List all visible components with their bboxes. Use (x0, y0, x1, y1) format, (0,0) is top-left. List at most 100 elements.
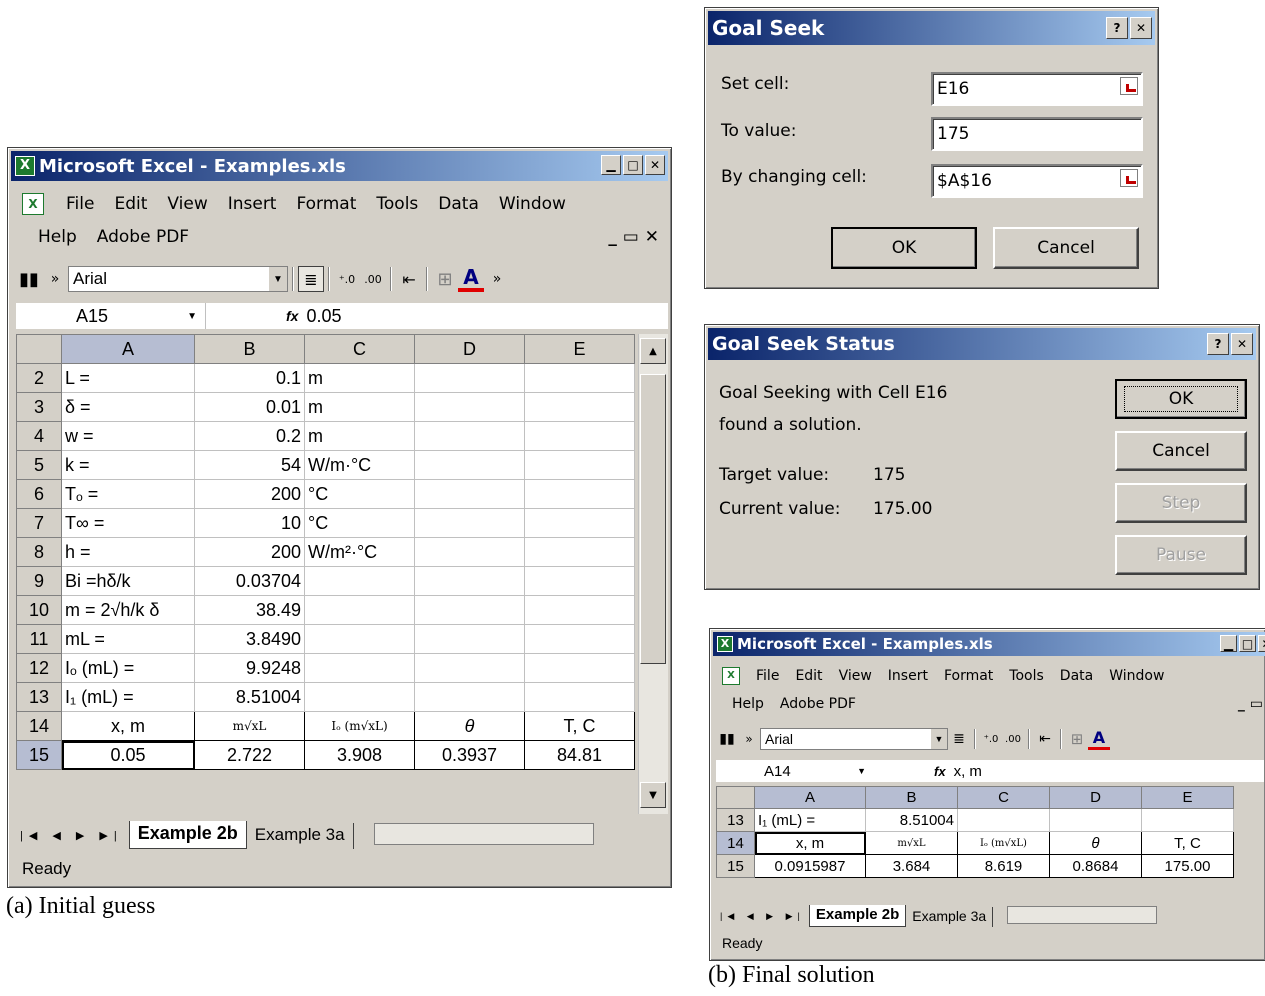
cell-c4[interactable]: m (304, 421, 415, 451)
tab-example-3a[interactable]: Example 3a (247, 823, 354, 849)
cell-b8[interactable]: 200 (194, 537, 305, 567)
formula-input[interactable]: 0.05 (306, 306, 341, 327)
cell-e9[interactable] (524, 566, 635, 596)
decrease-decimal-icon[interactable]: .00 (1002, 726, 1024, 752)
cell-b13[interactable]: 8.51004 (194, 682, 305, 712)
row-header[interactable]: 13 (16, 682, 62, 712)
cell-c15[interactable]: 3.908 (304, 740, 415, 770)
set-cell-input[interactable]: E16 (931, 72, 1143, 106)
increase-decimal-icon[interactable]: ⁺.0 (334, 266, 360, 292)
help-button[interactable]: ? (1207, 333, 1229, 355)
cell-d2[interactable] (414, 363, 525, 393)
column-header-c[interactable]: C (304, 334, 415, 364)
column-header-b[interactable]: B (865, 786, 958, 809)
select-all-corner[interactable] (716, 786, 755, 809)
cell-c5[interactable]: W/m·°C (304, 450, 415, 480)
cell-a6[interactable]: Tₒ = (61, 479, 195, 509)
cell-a13[interactable]: I₁ (mL) = (754, 808, 866, 832)
menu-window[interactable]: Window (1101, 668, 1172, 684)
menu-help[interactable]: Help (28, 227, 87, 247)
cell-d14[interactable]: θ (1049, 831, 1142, 855)
row-header[interactable]: 9 (16, 566, 62, 596)
cell-a15[interactable]: 0.05 (61, 740, 195, 770)
tab-example-2b[interactable]: Example 2b (128, 821, 247, 849)
cell-e14[interactable]: T, C (1141, 831, 1234, 855)
cell-a5[interactable]: k = (61, 450, 195, 480)
scroll-thumb[interactable] (640, 374, 666, 664)
chart-icon[interactable]: ▮▮ (16, 266, 42, 292)
vertical-scrollbar[interactable]: ▲ ▼ (638, 334, 668, 814)
cell-a9[interactable]: Bi =hδ/k (61, 566, 195, 596)
cell-c2[interactable]: m (304, 363, 415, 393)
cell-e10[interactable] (524, 595, 635, 625)
menu-view[interactable]: View (831, 668, 880, 684)
excel-title-bar[interactable]: X Microsoft Excel - Examples.xls ▁ □ ✕ (11, 151, 668, 181)
font-name-select[interactable]: Arial ▼ (68, 266, 288, 292)
cell-d6[interactable] (414, 479, 525, 509)
font-name-select[interactable]: Arial ▼ (760, 728, 948, 750)
cell-b2[interactable]: 0.1 (194, 363, 305, 393)
cell-a14[interactable]: x, m (61, 711, 195, 741)
cell-c11[interactable] (304, 624, 415, 654)
cell-b15[interactable]: 3.684 (865, 854, 958, 878)
cancel-button[interactable]: Cancel (1115, 431, 1247, 471)
row-header[interactable]: 12 (16, 653, 62, 683)
close-button[interactable]: ✕ (645, 155, 665, 175)
cell-c8[interactable]: W/m²·°C (304, 537, 415, 567)
cell-d4[interactable] (414, 421, 525, 451)
cell-c7[interactable]: °C (304, 508, 415, 538)
column-header-d[interactable]: D (1049, 786, 1142, 809)
menu-insert[interactable]: Insert (218, 194, 287, 214)
maximize-button[interactable]: □ (623, 155, 643, 175)
cell-d3[interactable] (414, 392, 525, 422)
column-header-b[interactable]: B (194, 334, 305, 364)
horizontal-scrollbar[interactable] (373, 823, 594, 845)
cell-b11[interactable]: 3.8490 (194, 624, 305, 654)
cell-a3[interactable]: δ = (61, 392, 195, 422)
row-header[interactable]: 15 (716, 854, 755, 878)
cell-b12[interactable]: 9.9248 (194, 653, 305, 683)
cell-c15[interactable]: 8.619 (957, 854, 1050, 878)
cell-a4[interactable]: w = (61, 421, 195, 451)
chevron-down-icon[interactable]: ▼ (269, 267, 287, 291)
maximize-button[interactable]: □ (1239, 635, 1256, 652)
column-header-a[interactable]: A (754, 786, 866, 809)
row-header[interactable]: 15 (16, 740, 62, 770)
scroll-up-arrow[interactable]: ▲ (640, 338, 666, 364)
menu-window[interactable]: Window (489, 194, 576, 214)
chevron-down-icon[interactable]: ▼ (931, 729, 947, 749)
cell-c9[interactable] (304, 566, 415, 596)
cell-a7[interactable]: T∞ = (61, 508, 195, 538)
menu-insert[interactable]: Insert (880, 668, 936, 684)
row-header[interactable]: 7 (16, 508, 62, 538)
workbook-icon[interactable]: X (722, 667, 740, 685)
cell-d10[interactable] (414, 595, 525, 625)
chevron-down-icon[interactable]: ▼ (857, 766, 866, 776)
menu-file[interactable]: File (56, 194, 104, 214)
help-button[interactable]: ? (1106, 17, 1128, 39)
cell-e13[interactable] (1141, 808, 1234, 832)
cell-b4[interactable]: 0.2 (194, 421, 305, 451)
ok-button[interactable]: OK (831, 227, 977, 269)
cell-b13[interactable]: 8.51004 (865, 808, 958, 832)
cell-b14[interactable]: m√xL (865, 831, 958, 855)
cell-a10[interactable]: m = 2√h/k δ (61, 595, 195, 625)
cell-b14[interactable]: m√xL (194, 711, 305, 741)
menu-adobe-pdf[interactable]: Adobe PDF (87, 227, 199, 247)
menu-edit[interactable]: Edit (787, 668, 830, 684)
step-button[interactable]: Step (1115, 483, 1247, 523)
row-header[interactable]: 11 (16, 624, 62, 654)
menu-data[interactable]: Data (1052, 668, 1101, 684)
cell-e15[interactable]: 175.00 (1141, 854, 1234, 878)
cell-e2[interactable] (524, 363, 635, 393)
cell-e4[interactable] (524, 421, 635, 451)
toolbar-options-icon[interactable]: » (42, 266, 68, 292)
range-ref-icon[interactable] (1120, 169, 1138, 187)
column-header-a[interactable]: A (61, 334, 195, 364)
cell-e14[interactable]: T, C (524, 711, 635, 741)
borders-icon[interactable]: ⊞ (1066, 726, 1088, 752)
tab-example-2b[interactable]: Example 2b (808, 905, 907, 927)
cell-c14[interactable]: Iₒ (m√xL) (957, 831, 1050, 855)
cell-b7[interactable]: 10 (194, 508, 305, 538)
indent-icon[interactable]: ⇤ (396, 266, 422, 292)
